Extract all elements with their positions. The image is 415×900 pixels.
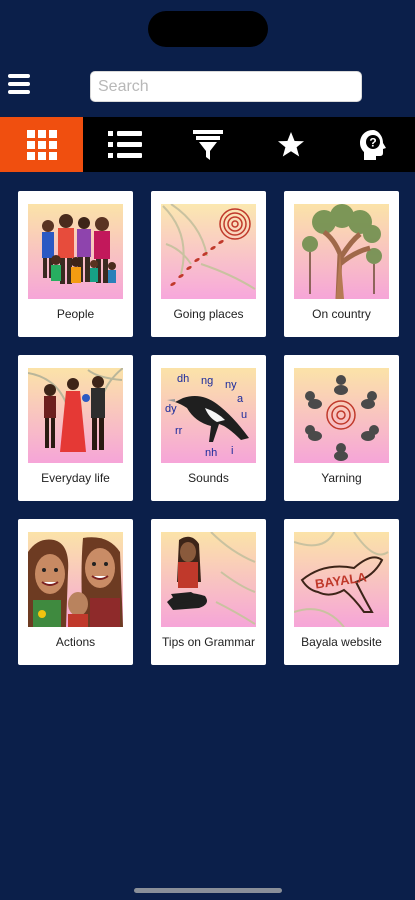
- category-label: Sounds: [188, 471, 229, 485]
- hamburger-menu-icon[interactable]: [8, 74, 30, 94]
- category-label: Tips on Grammar: [162, 635, 255, 649]
- view-tab-bar: ?: [0, 117, 415, 172]
- tab-grid[interactable]: [0, 117, 83, 172]
- category-label: Yarning: [321, 471, 362, 485]
- category-card-everyday-life[interactable]: Everyday life: [18, 355, 133, 501]
- category-card-bayala-website[interactable]: BAYALA Bayala website: [284, 519, 399, 665]
- category-card-on-country[interactable]: On country: [284, 191, 399, 337]
- search-input[interactable]: [90, 71, 362, 102]
- yarning-circle-illustration: [294, 368, 389, 463]
- sounds-magpie-illustration: dh ng ny a u dy rr nh i: [161, 368, 256, 463]
- category-card-actions[interactable]: Actions: [18, 519, 133, 665]
- on-country-illustration: [294, 204, 389, 299]
- category-card-yarning[interactable]: Yarning: [284, 355, 399, 501]
- going-places-illustration: [161, 204, 256, 299]
- list-view-icon: [107, 130, 142, 158]
- category-label: On country: [312, 307, 371, 321]
- grid-view-icon: [26, 129, 57, 160]
- device-notch: [148, 11, 268, 47]
- home-indicator[interactable]: [134, 888, 282, 893]
- category-grid: People Going places On country Everyday …: [18, 191, 399, 665]
- sounds-letter: ny: [225, 379, 237, 391]
- category-label: People: [56, 307, 95, 321]
- category-label: Actions: [55, 635, 96, 649]
- everyday-life-illustration: [28, 368, 123, 463]
- category-label: Going places: [173, 307, 244, 321]
- category-card-people[interactable]: People: [18, 191, 133, 337]
- actions-family-illustration: [28, 532, 123, 627]
- category-card-going-places[interactable]: Going places: [151, 191, 266, 337]
- sounds-letter: rr: [175, 425, 183, 437]
- filter-funnel-icon: [192, 129, 223, 160]
- app-screen: ?: [0, 0, 415, 900]
- help-head-icon: ?: [359, 129, 386, 160]
- star-icon: [277, 131, 304, 156]
- tab-list[interactable]: [83, 117, 166, 172]
- sounds-letter: ng: [201, 375, 213, 387]
- tab-help[interactable]: ?: [332, 117, 415, 172]
- sounds-letter: i: [231, 445, 233, 457]
- bayala-website-illustration: BAYALA: [294, 532, 389, 627]
- tab-filter[interactable]: [166, 117, 249, 172]
- category-card-tips-on-grammar[interactable]: Tips on Grammar: [151, 519, 266, 665]
- tab-favourites[interactable]: [249, 117, 332, 172]
- category-label: Everyday life: [41, 471, 110, 485]
- svg-text:?: ?: [369, 135, 376, 149]
- category-label: Bayala website: [301, 635, 382, 649]
- sounds-letter: a: [237, 393, 244, 405]
- sounds-letter: u: [241, 409, 247, 421]
- category-card-sounds[interactable]: dh ng ny a u dy rr nh i Sounds: [151, 355, 266, 501]
- grammar-tips-illustration: [161, 532, 256, 627]
- sounds-letter: dh: [177, 373, 189, 385]
- sounds-letter: dy: [165, 403, 177, 415]
- people-illustration: [28, 204, 123, 299]
- sounds-letter: nh: [205, 447, 217, 459]
